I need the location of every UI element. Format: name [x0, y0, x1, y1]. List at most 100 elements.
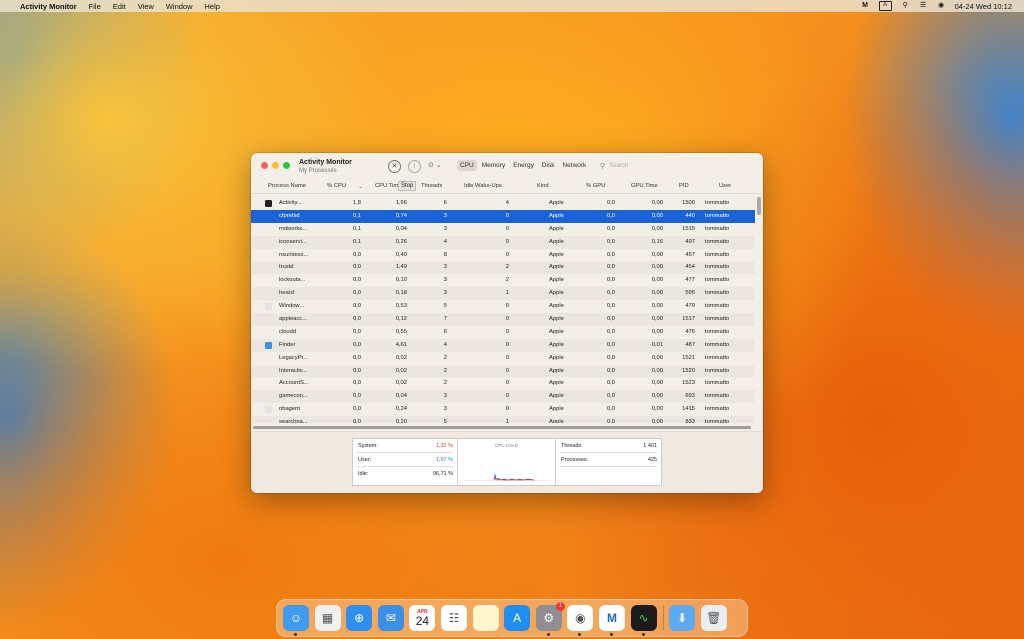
table-row[interactable]: cfprefsd 0,1 0,74 3 0 Apple 0,0 0,00 440 tommatto [251, 209, 755, 223]
control-center-icon[interactable]: ☰ [919, 2, 928, 10]
col-idle-wakeups[interactable]: Idle Wake-Ups [464, 183, 502, 189]
app-menu[interactable]: Activity Monitor [20, 2, 77, 11]
pid-cell: 595 [685, 290, 695, 297]
kind-cell: Apple [549, 419, 564, 423]
table-row[interactable]: Window... 0,0 0,53 5 0 Apple 0,0 0,00 470 tommatt… [251, 300, 755, 313]
table-row[interactable]: cloudd 0,0 0,55 6 0 Apple 0,0 0,00 476 tommatto [251, 326, 755, 339]
tab-memory[interactable]: Memory [479, 160, 508, 171]
window-subtitle[interactable]: My Processes [299, 168, 337, 174]
cpu-cell: 0,0 [352, 303, 361, 310]
minimize-window-button[interactable] [272, 162, 279, 169]
dock-malwarebytes-icon[interactable]: M [598, 605, 625, 636]
dock-system-settings-icon[interactable]: ⚙ 1 [535, 602, 565, 636]
col-gpu-time[interactable]: GPU Time [631, 183, 658, 189]
table-row[interactable]: lockouta... 0,0 0,10 3 2 Apple 0,0 0,00 477 tomma… [251, 274, 755, 287]
input-source-icon[interactable]: A [878, 1, 892, 11]
table-row[interactable]: nsurlsess... 0,0 0,40 8 0 Apple 0,0 0,00 457 tomm… [251, 249, 755, 262]
dock-activity-monitor-icon[interactable]: ∿ [630, 605, 657, 636]
dock-chrome-icon[interactable]: ◉ [567, 605, 594, 636]
pid-cell: 1515 [682, 225, 695, 232]
kind-cell: Apple [549, 277, 564, 284]
search-field[interactable]: ⚲ Search [600, 160, 750, 171]
menu-view[interactable]: View [138, 2, 154, 11]
pid-cell: 470 [685, 303, 695, 310]
col-process-name[interactable]: Process Name [268, 183, 306, 189]
gpu-cell: 0,0 [606, 303, 615, 310]
menu-window[interactable]: Window [166, 2, 193, 11]
stop-tooltip: Stop [398, 181, 417, 191]
user-cell: tommatto [705, 354, 730, 361]
dock-mail-icon[interactable]: ✉ [377, 605, 404, 631]
table-row[interactable]: searchpa... 0,0 0,20 5 1 Apple 0,0 0,00 833 tomma… [251, 416, 755, 423]
dock-reminders-icon[interactable]: ☷ [440, 605, 467, 631]
more-actions-dropdown[interactable]: ⊙ ⌄ [428, 161, 442, 169]
threads-cell: 5 [443, 419, 447, 423]
menu-help[interactable]: Help [205, 2, 220, 11]
malwarebytes-status-icon[interactable]: M [861, 2, 870, 10]
dock-trash-icon[interactable]: 🗑 [700, 605, 727, 631]
menu-file[interactable]: File [89, 2, 101, 11]
tab-network[interactable]: Network [559, 160, 589, 171]
col-cpu[interactable]: % CPU [327, 183, 346, 189]
zoom-window-button[interactable] [283, 162, 290, 169]
dock-launchpad-icon[interactable]: ▦ [314, 605, 341, 631]
table-row[interactable]: mdworke... 0,1 0,04 3 0 Apple 0,0 0,00 1515 tomma… [251, 223, 755, 236]
table-row[interactable]: Finder 0,0 4,61 4 0 Apple 0,0 0,01 487 tommatto [251, 338, 755, 352]
tab-energy[interactable]: Energy [510, 160, 537, 171]
horizontal-scrollbar[interactable] [253, 426, 751, 429]
dock-finder-icon[interactable]: ☺ [283, 605, 309, 636]
kind-cell: Apple [549, 303, 564, 310]
col-kind[interactable]: Kind [537, 183, 549, 189]
cpu-time-cell: 0,18 [395, 290, 407, 297]
user-cell: tommatto [705, 328, 730, 335]
inspect-process-button[interactable]: i [408, 160, 421, 173]
process-name-cell: cfprefsd [279, 212, 300, 219]
cpu-time-cell: 0,53 [395, 303, 407, 310]
table-row[interactable]: LegacyPr... 0,0 0,02 2 0 Apple 0,0 0,00 1521 tomm… [251, 352, 755, 365]
col-threads[interactable]: Threads [421, 183, 442, 189]
running-indicator [294, 633, 297, 636]
running-indicator [578, 633, 582, 636]
table-row[interactable]: iconservi... 0,1 0,26 4 0 Apple 0,0 0,16 497 tomm… [251, 235, 755, 249]
menu-edit[interactable]: Edit [113, 2, 126, 11]
kind-cell: Apple [549, 406, 564, 413]
pid-cell: 440 [685, 212, 695, 219]
tab-cpu[interactable]: CPU [457, 160, 477, 171]
col-gpu[interactable]: % GPU [586, 183, 605, 189]
siri-icon[interactable]: ◉ [937, 2, 946, 10]
table-row[interactable]: trustd 0,0 1,49 3 2 Apple 0,0 0,00 454 tommatto [251, 261, 755, 275]
idle-wakeups-cell: 0 [505, 212, 509, 219]
sort-descending-icon: ⌄ [358, 184, 364, 190]
gpu-time-cell: 0,00 [651, 380, 663, 387]
system-label: System: [358, 443, 378, 449]
dock-calendar-icon[interactable]: APR 24 [409, 605, 436, 631]
idle-value: 96,71 % [432, 471, 453, 477]
user-cell: tommatto [705, 277, 730, 284]
table-row[interactable]: Activity... 1,8 1,66 6 4 Apple 0,0 0,00 1500 tomm… [251, 197, 755, 210]
stop-process-button[interactable]: ✕ [388, 160, 401, 173]
spotlight-search-icon[interactable]: ⚲ [901, 2, 910, 10]
menubar-clock[interactable]: 04-24 Wed 10:12 [955, 2, 1012, 11]
dock-downloads-folder-icon[interactable]: ⬇ [669, 605, 696, 631]
dock-safari-icon[interactable]: ⊕ [346, 605, 373, 631]
col-user[interactable]: User [719, 183, 731, 189]
running-indicator [641, 633, 645, 636]
cpu-cell: 0,0 [352, 264, 361, 271]
cpu-cell: 0,0 [352, 367, 361, 374]
table-row[interactable]: appleacc... 0,0 0,12 7 0 Apple 0,0 0,00 1517 tomm… [251, 313, 755, 326]
dock-notes-icon[interactable] [472, 605, 499, 631]
vertical-scrollbar[interactable] [757, 197, 761, 215]
gpu-cell: 0,0 [606, 200, 615, 206]
calendar-day: 24 [415, 613, 430, 628]
tab-disk[interactable]: Disk [539, 160, 558, 171]
dock-app-store-icon[interactable]: A [504, 605, 531, 631]
close-window-button[interactable] [261, 162, 268, 169]
col-pid[interactable]: PID [679, 183, 689, 189]
table-row[interactable]: Interactiv... 0,0 0,02 2 0 Apple 0,0 0,00 1520 to… [251, 364, 755, 378]
table-row[interactable]: nbagent 0,0 0,24 3 0 Apple 0,0 0,00 1415 tommatto [251, 403, 755, 416]
table-row[interactable]: gamecon... 0,0 0,04 3 0 Apple 0,0 0,00 693 tommat… [251, 390, 755, 404]
gpu-cell: 0,0 [606, 341, 615, 348]
table-row[interactable]: heard 0,0 0,18 3 1 Apple 0,0 0,00 595 tommatto [251, 287, 755, 301]
table-row[interactable]: AccountS... 0,0 0,02 2 0 Apple 0,0 0,00 1523 tomm… [251, 377, 755, 390]
cpu-usage-breakdown: System: 1,32 % User: 1,97 % Idle: 96,71 … [353, 439, 458, 485]
